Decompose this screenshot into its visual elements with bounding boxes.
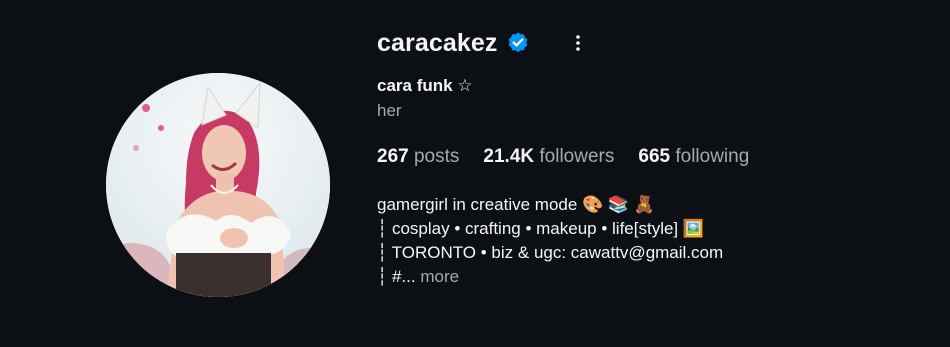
followers-value: 21.4K: [483, 146, 535, 167]
bio-line-4-text: ┆ #...: [377, 267, 416, 286]
followers-link[interactable]: 21.4K followers: [483, 143, 614, 171]
followers-label: followers: [539, 146, 615, 167]
avatar-photo: [106, 73, 330, 297]
profile-info: caracakez cara funk ☆ her 267 posts 21.4…: [377, 28, 937, 289]
bio-more-link[interactable]: more: [420, 267, 459, 286]
bio-line-3: ┆ TORONTO • biz & ugc: cawattv@gmail.com: [377, 243, 724, 262]
following-value: 665: [638, 146, 671, 167]
bio-line-2: ┆ cosplay • crafting • makeup • life[sty…: [377, 219, 705, 238]
more-options-button[interactable]: [568, 31, 588, 55]
posts-count[interactable]: 267 posts: [377, 143, 459, 171]
more-options-icon: [576, 35, 581, 51]
posts-value: 267: [377, 146, 409, 167]
profile-header-row: caracakez: [377, 28, 937, 58]
bio-line-1: gamergirl in creative mode 🎨 📚 🧸: [377, 195, 655, 214]
profile-stats: 267 posts 21.4K followers 665 following: [377, 143, 937, 171]
bio: gamergirl in creative mode 🎨 📚 🧸 ┆ cospl…: [377, 193, 937, 289]
pronouns: her: [377, 101, 402, 120]
bio-line-4: ┆ #... more: [377, 265, 937, 289]
username: caracakez: [377, 28, 498, 57]
following-label: following: [675, 146, 750, 167]
verified-badge-icon: [506, 31, 530, 55]
full-name: cara funk ☆: [377, 76, 473, 95]
profile-avatar[interactable]: [106, 73, 330, 297]
following-link[interactable]: 665 following: [638, 143, 749, 171]
posts-label: posts: [413, 146, 460, 167]
